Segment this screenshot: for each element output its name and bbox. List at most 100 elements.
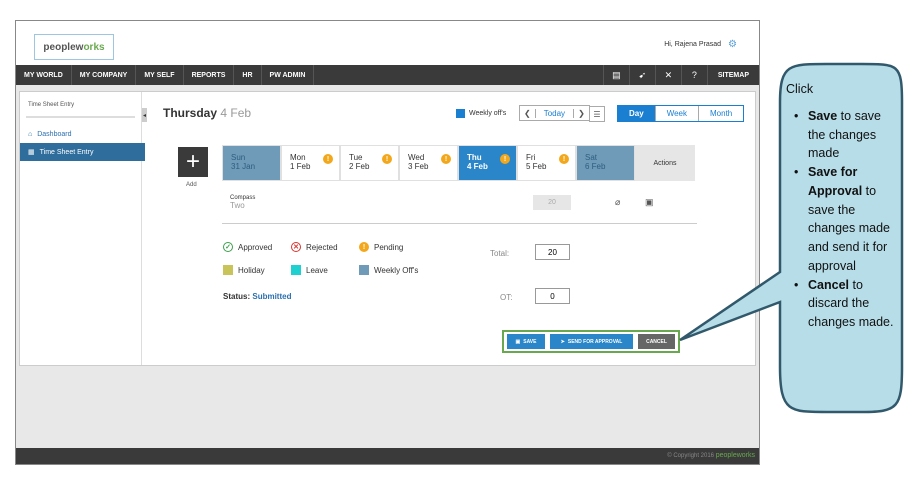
callout-bold: Save (808, 108, 838, 123)
day-cell-thu[interactable]: Thu 4 Feb ! (458, 145, 517, 181)
legend-label: Rejected (306, 242, 338, 252)
today-button[interactable]: Today (534, 108, 575, 118)
add-entry-button[interactable]: + (178, 147, 208, 177)
send-for-approval-button[interactable]: ➤ SEND FOR APPROVAL (550, 334, 633, 349)
date-sub: 4 Feb (220, 106, 252, 120)
x-circle-icon: ✕ (291, 242, 301, 252)
day-cell-wed[interactable]: Wed 3 Feb ! (399, 145, 458, 181)
legend-weekly-offs: Weekly Off's (359, 265, 418, 275)
floppy-icon: ▣ (515, 338, 521, 345)
callout-bold: Save for Approval (808, 165, 863, 198)
callout-list: Save to save the changes made Save for A… (794, 107, 896, 332)
sidebar-item-label: Dashboard (37, 131, 72, 138)
footer-bar: © Copyright 2016 peopleworks (16, 448, 759, 464)
page-title: Thursday 4 Feb (163, 106, 251, 120)
send-icon: ➤ (560, 338, 565, 345)
legend-label: Weekly Off's (374, 265, 419, 275)
day-cell-sat[interactable]: Sat 6 Feb (576, 145, 635, 181)
add-label: Add (186, 182, 197, 188)
leave-swatch (291, 265, 301, 275)
callout-item-save-for-approval: Save for Approval to save the changes ma… (794, 163, 896, 276)
footer-logo-accent: orks (741, 452, 755, 459)
nav-hr[interactable]: HR (234, 65, 262, 85)
nav-my-world[interactable]: MY WORLD (16, 65, 72, 85)
total-label: Total: (490, 249, 510, 258)
nav-reports[interactable]: REPORTS (184, 65, 235, 85)
legend-rejected: ✕ Rejected (291, 242, 359, 252)
day-type-legend: Holiday Leave Weekly Off's (223, 265, 418, 275)
day-date: 6 Feb (585, 162, 606, 171)
legend-label: Approved (238, 242, 273, 252)
callout-text: Click Save to save the changes made Save… (786, 80, 896, 332)
sidebar: Time Sheet Entry ⌂ Dashboard ▦ Time Shee… (20, 92, 145, 365)
day-name: Sun (231, 153, 246, 162)
pending-icon: ! (500, 154, 510, 164)
pending-icon: ! (559, 154, 569, 164)
save-label: SAVE (523, 338, 537, 345)
legend-approved: ✓ Approved (223, 242, 291, 252)
callout-item-cancel: Cancel to discard the changes made. (794, 276, 896, 332)
day-name: Sat (585, 153, 598, 162)
sidebar-title: Time Sheet Entry (28, 102, 75, 108)
nav-my-company[interactable]: MY COMPANY (72, 65, 137, 85)
chevron-left-icon[interactable]: ❮ (520, 109, 535, 118)
sidebar-item-label: Time Sheet Entry (39, 148, 94, 156)
book-icon[interactable]: ▤ (602, 65, 629, 85)
holiday-swatch (223, 265, 233, 275)
pending-icon: ! (323, 154, 333, 164)
nav-pw-admin[interactable]: PW ADMIN (262, 65, 315, 85)
app-logo[interactable]: peoplew orks (34, 34, 114, 60)
plus-icon: + (185, 148, 200, 175)
chevron-right-icon[interactable]: ❯ (574, 109, 589, 118)
day-date: 2 Feb (349, 162, 370, 171)
attachment-icon[interactable]: ⌀ (615, 197, 620, 208)
footer-logo-text: peoplew (715, 452, 742, 459)
callout-bold: Cancel (808, 277, 849, 292)
footer-logo: peopleworks (716, 452, 755, 459)
status-label: Status: (223, 292, 251, 301)
day-cell-sun[interactable]: Sun 31 Jan (222, 145, 281, 181)
timesheet-icon: ▦ (28, 149, 35, 156)
legend-label: Holiday (238, 265, 265, 275)
user-greeting: Hi, Rajena Prasad (664, 41, 721, 48)
list-view-icon[interactable]: ☰ (589, 106, 605, 122)
day-name: Wed (408, 153, 425, 162)
total-hours-field[interactable]: 20 (535, 244, 570, 260)
section-divider (222, 223, 697, 224)
project-entry: Compass Two (230, 195, 255, 210)
day-name: Tue (349, 153, 363, 162)
ot-hours-field[interactable]: 0 (535, 288, 570, 304)
legend-leave: Leave (291, 265, 359, 275)
check-icon: ✓ (223, 242, 233, 252)
legend-label: Pending (374, 242, 404, 252)
weekly-off-checkbox[interactable] (456, 109, 465, 118)
day-cell-tue[interactable]: Tue 2 Feb ! (340, 145, 399, 181)
legend-holiday: Holiday (223, 265, 291, 275)
save-button[interactable]: ▣ SAVE (507, 334, 545, 349)
dashboard-icon: ⌂ (28, 131, 33, 138)
day-name: Mon (290, 153, 306, 162)
weekly-off-label: Weekly off's (469, 110, 507, 117)
gear-icon[interactable]: ⚙ (728, 39, 737, 50)
sidebar-item-dashboard[interactable]: ⌂ Dashboard (20, 126, 141, 143)
callout-intro: Click (786, 82, 814, 96)
sidebar-divider (26, 116, 135, 118)
legend-pending: ! Pending (359, 242, 403, 252)
legend-label: Leave (306, 265, 328, 275)
header-bar: peoplew orks Hi, Rajena Prasad ⚙ (16, 21, 759, 65)
sidebar-item-time-sheet-entry[interactable]: ▦ Time Sheet Entry (20, 143, 145, 161)
instruction-callout: Click Save to save the changes made Save… (640, 62, 906, 414)
project-hours-input[interactable]: 20 (533, 195, 571, 210)
callout-item-save: Save to save the changes made (794, 107, 896, 163)
day-date: 3 Feb (408, 162, 429, 171)
nav-my-self[interactable]: MY SELF (136, 65, 184, 85)
day-cell-fri[interactable]: Fri 5 Feb ! (517, 145, 576, 181)
day-name: Fri (526, 153, 536, 162)
sidebar-collapse-handle[interactable]: ◂ (142, 108, 147, 122)
send-label: SEND FOR APPROVAL (567, 338, 623, 345)
day-cell-mon[interactable]: Mon 1 Feb ! (281, 145, 340, 181)
timesheet-status: Status: Submitted (223, 292, 291, 301)
day-date: 31 Jan (231, 162, 256, 171)
weekly-off-toggle[interactable]: Weekly off's (456, 109, 506, 118)
day-name: Thu (467, 153, 482, 162)
